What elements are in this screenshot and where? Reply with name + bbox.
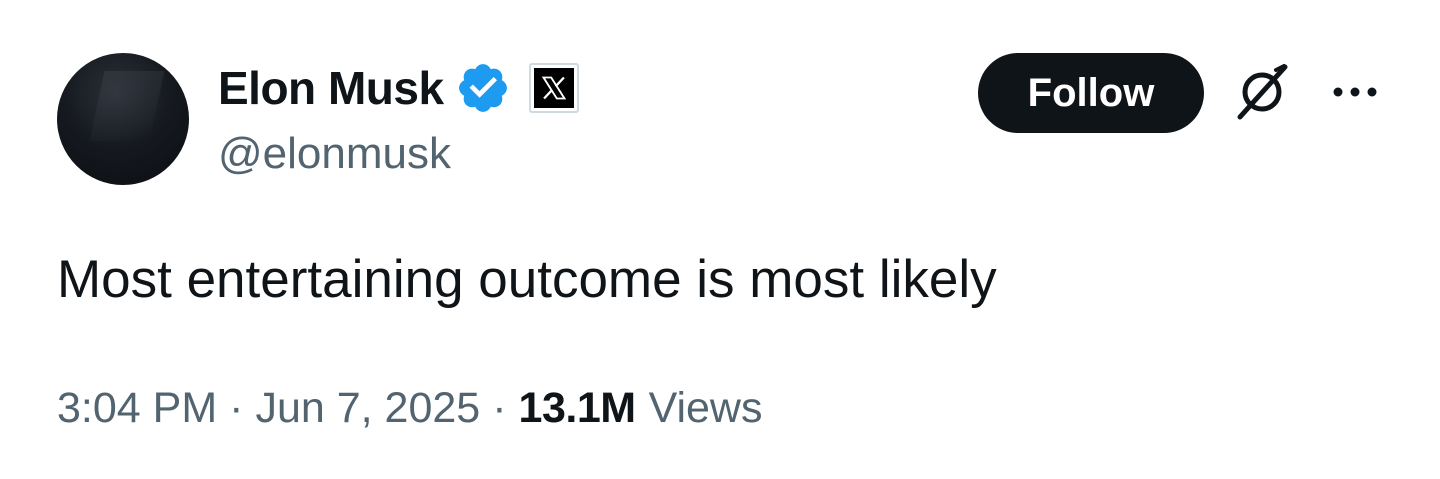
author-display-name[interactable]: Elon Musk [218, 65, 444, 111]
tweet-time[interactable]: 3:04 PM [57, 384, 217, 433]
avatar-image-shade [89, 71, 165, 141]
follow-button[interactable]: Follow [978, 53, 1204, 133]
avatar[interactable] [57, 53, 189, 185]
more-icon [1332, 85, 1378, 103]
tweet-date[interactable]: Jun 7, 2025 [255, 384, 480, 433]
x-logo-icon [533, 68, 574, 108]
tweet-meta: 3:04 PM · Jun 7, 2025 · 13.1M Views [57, 380, 763, 436]
views-count[interactable]: 13.1M [519, 384, 637, 433]
grok-button[interactable] [1228, 62, 1298, 124]
author-handle[interactable]: @elonmusk [218, 128, 451, 180]
x-affiliate-badge[interactable] [528, 63, 579, 113]
views-label[interactable]: Views [649, 384, 763, 433]
tweet-text: Most entertaining outcome is most likely [57, 250, 997, 309]
meta-separator: · [492, 383, 507, 432]
author-name-row: Elon Musk [218, 58, 579, 118]
meta-separator: · [229, 383, 244, 432]
verified-badge-icon[interactable] [455, 60, 511, 116]
more-options-button[interactable] [1322, 74, 1388, 114]
grok-icon [1232, 60, 1294, 127]
